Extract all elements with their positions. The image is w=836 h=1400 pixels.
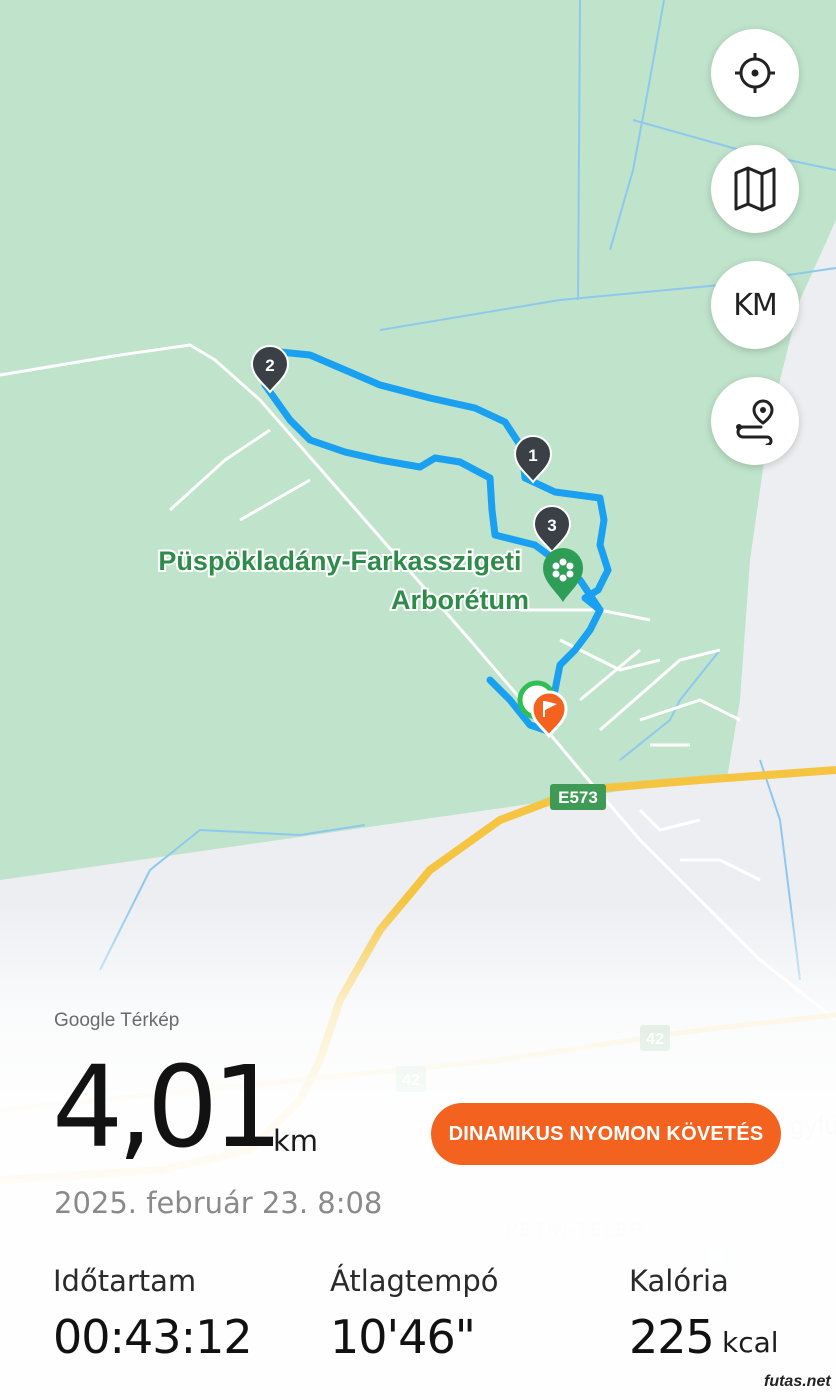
calories-value: 225	[629, 1310, 715, 1364]
duration-value: 00:43:12	[53, 1310, 253, 1364]
place-label-partial: gyfü	[790, 1110, 836, 1140]
svg-text:E573: E573	[558, 788, 598, 807]
crosshair-icon	[735, 53, 775, 93]
pace-label: Átlagtempó	[330, 1264, 499, 1298]
km-marker-3-label: 3	[547, 516, 556, 535]
km-marker-1-label: 1	[528, 446, 537, 465]
locate-button[interactable]	[711, 29, 799, 117]
watermark-logo: futas.net	[764, 1373, 831, 1390]
place-label-petri-telep: PETRI-TELEP	[506, 1220, 644, 1240]
road-shield-42-b: 42	[396, 1066, 426, 1092]
svg-text:42: 42	[646, 1031, 664, 1048]
unit-toggle-button[interactable]: KM	[711, 261, 799, 349]
poi-name-line1: Püspökladány-Farkasszigeti	[158, 546, 521, 576]
dynamic-tracking-button[interactable]: DINAMIKUS NYOMON KÖVETÉS	[431, 1103, 781, 1165]
calories-label: Kalória	[629, 1264, 729, 1298]
poi-name-line2: Arborétum	[391, 585, 529, 615]
route-button[interactable]	[711, 377, 799, 465]
duration-label: Időtartam	[53, 1264, 197, 1298]
calories-unit: kcal	[722, 1326, 779, 1359]
map-icon	[734, 166, 776, 212]
svg-text:42: 42	[402, 1072, 420, 1089]
road-shield-e573: E573	[550, 784, 606, 810]
distance-unit: km	[273, 1124, 319, 1158]
route-pin-icon	[736, 399, 774, 445]
road-shield-42-a: 42	[640, 1025, 670, 1051]
distance-value: 4,01	[52, 1043, 283, 1173]
unit-toggle-label: KM	[733, 287, 778, 323]
pace-value: 10'46"	[330, 1310, 476, 1364]
map-type-button[interactable]	[711, 145, 799, 233]
km-marker-2-label: 2	[265, 356, 274, 375]
map-attribution: Google Térkép	[54, 1010, 180, 1031]
activity-date: 2025. február 23. 8:08	[54, 1186, 383, 1220]
